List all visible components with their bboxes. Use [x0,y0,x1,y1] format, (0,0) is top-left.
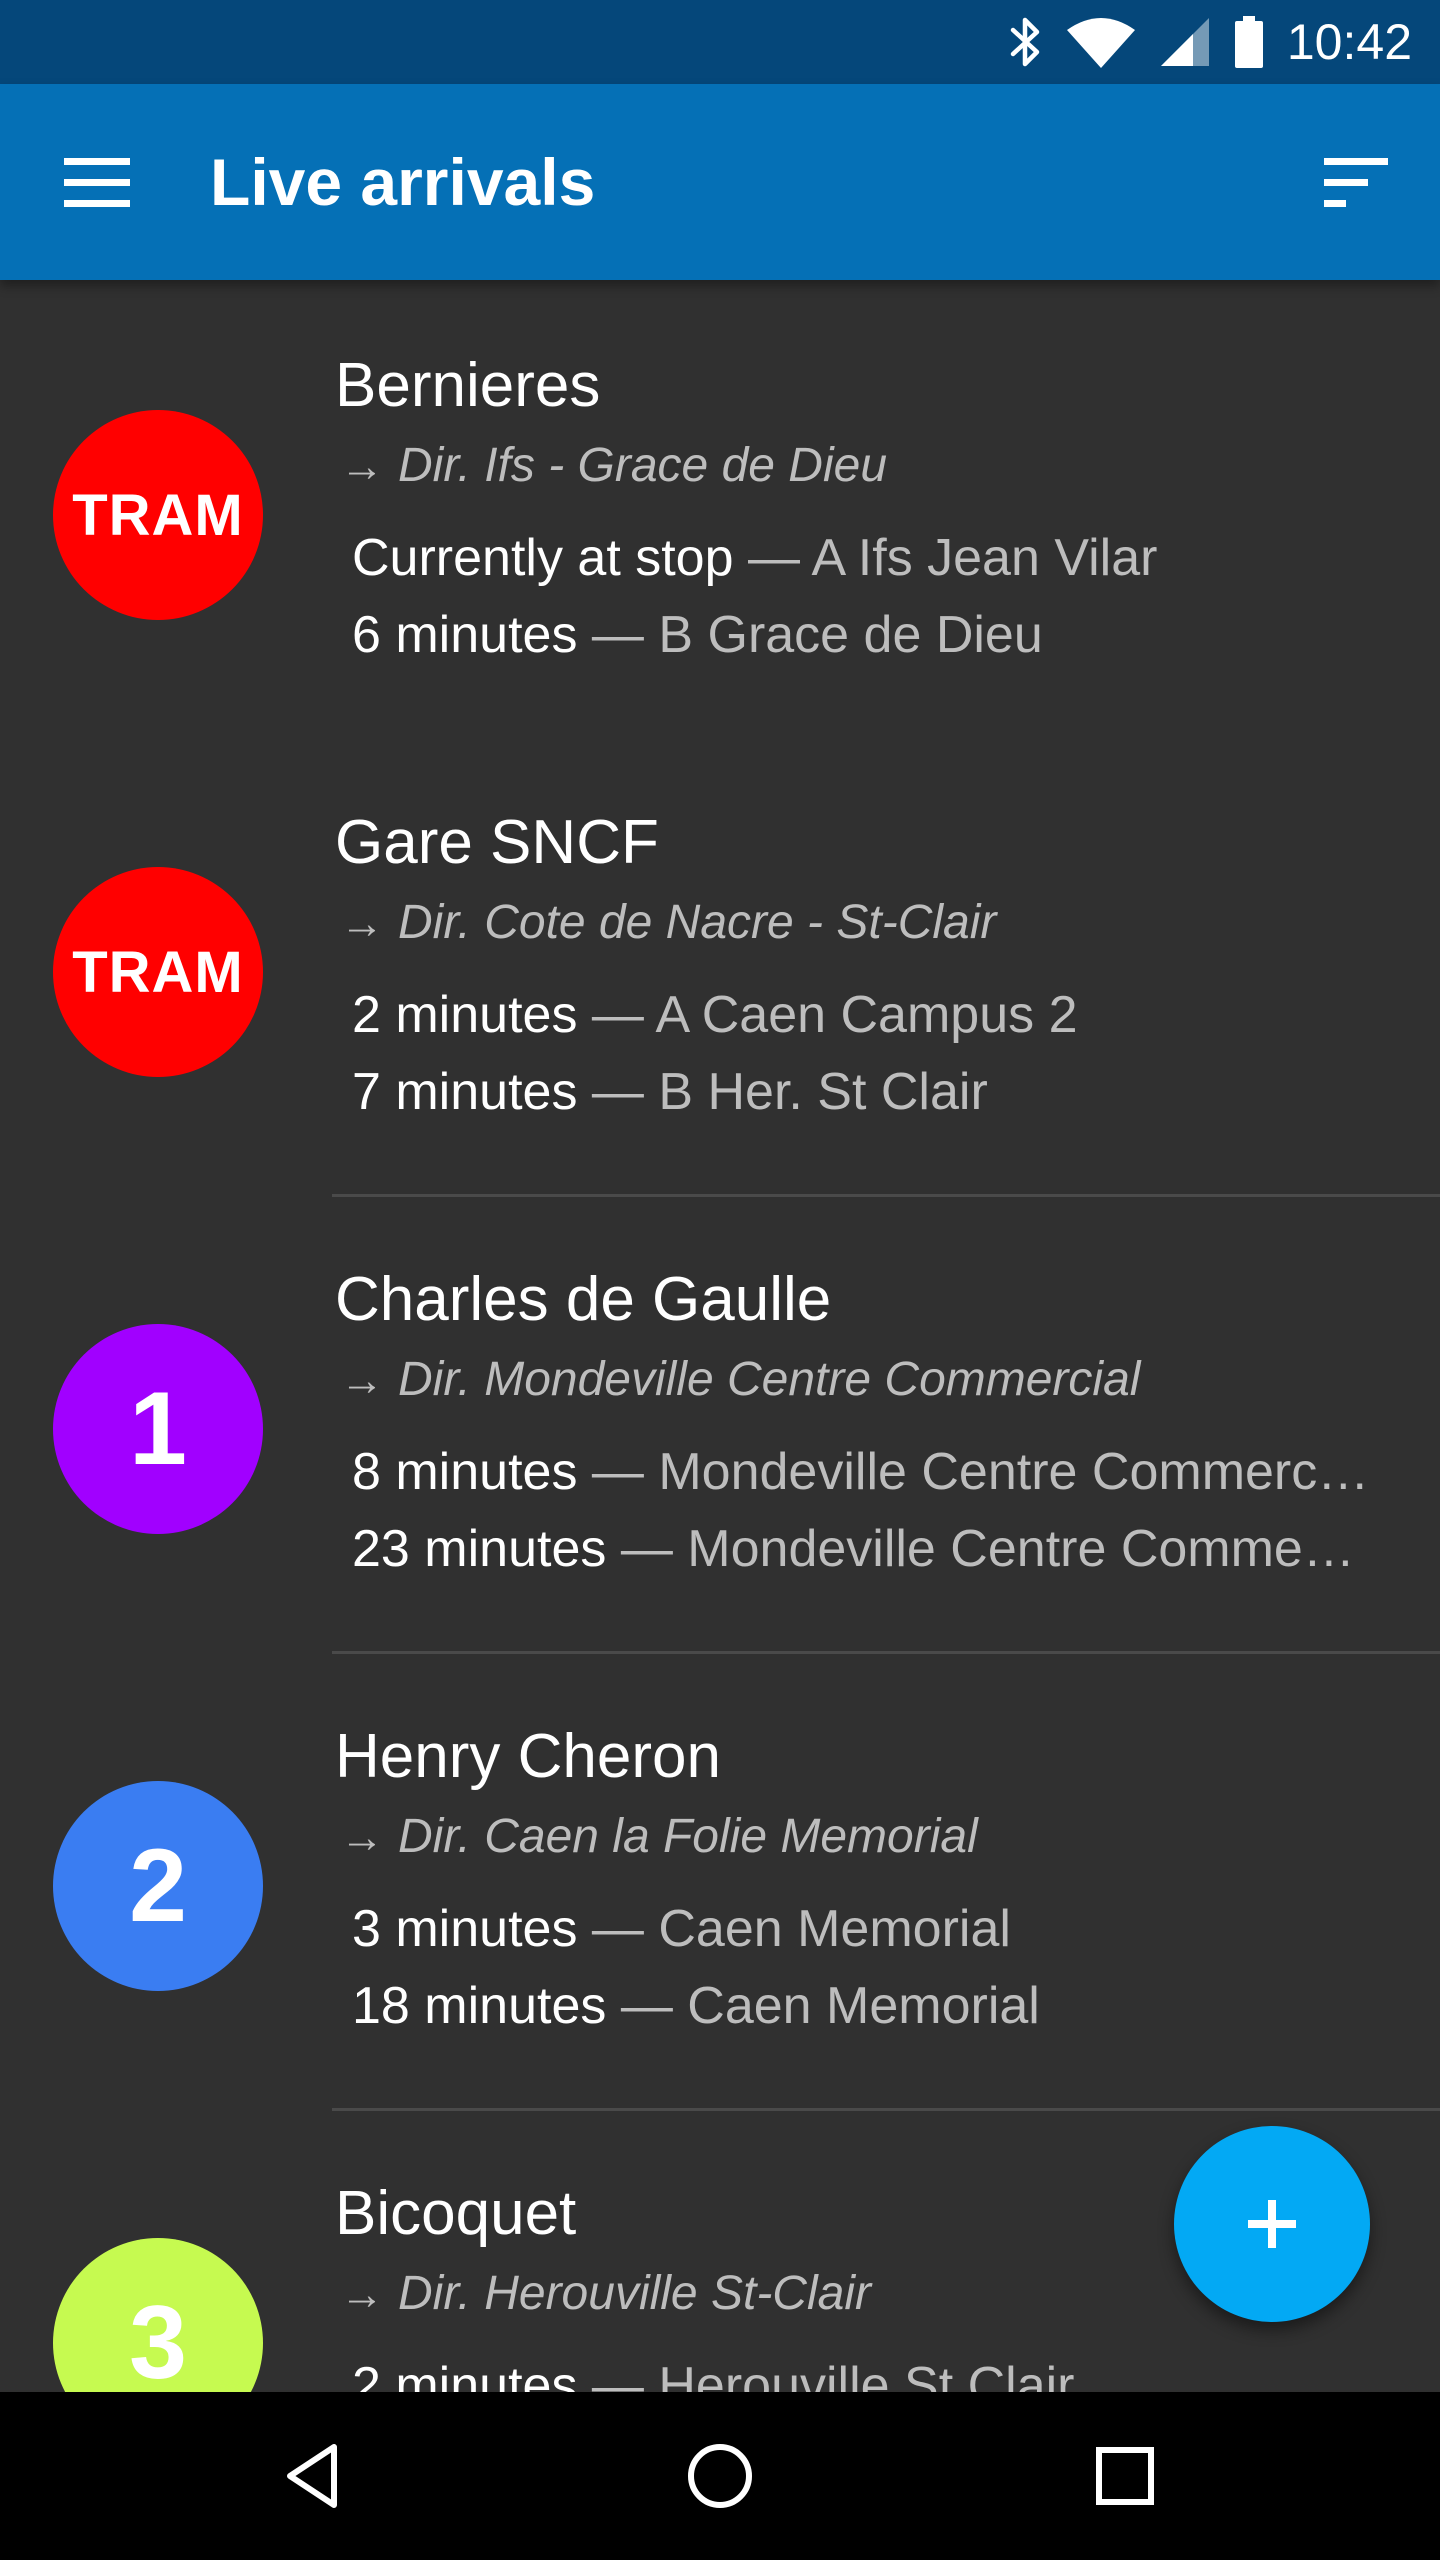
separator: — [591,606,644,664]
recents-button[interactable] [1075,2426,1175,2526]
arrival-time: 2 minutes [352,2357,578,2392]
direction-arrow-icon: → [340,2270,384,2319]
home-icon [688,2444,752,2508]
arrival-time: 7 minutes [352,1063,578,1121]
line-badge: TRAM [53,867,263,1077]
line-badge: 1 [53,1324,263,1534]
plus-icon [1248,2200,1296,2248]
arrival-row: 2 minutes — A Caen Campus 2 [352,985,1402,1045]
direction-arrow-icon: → [340,1813,384,1862]
arrival-time: 2 minutes [352,986,578,1044]
line-badge: 3 [53,2238,263,2392]
list-item[interactable]: 2 Henry Cheron → Dir. Caen la Folie Memor… [0,1651,1440,2108]
status-time: 10:42 [1286,14,1412,70]
list-item[interactable]: 1 Charles de Gaulle → Dir. Mondeville Cen… [0,1194,1440,1651]
arrival-destination: A Caen Campus 2 [655,986,1078,1044]
separator: — [747,529,800,587]
arrival-destination: B Her. St Clair [658,1063,988,1121]
direction-text: Dir. Ifs - Grace de Dieu [398,439,888,492]
arrival-destination: Caen Memorial [687,1977,1040,2035]
direction-arrow-icon: → [340,899,384,948]
separator: — [591,986,644,1044]
stop-name: Gare SNCF [335,808,659,877]
separator: — [620,1520,673,1578]
menu-button[interactable] [48,142,148,222]
direction-label: → Dir. Mondeville Centre Commercial [340,1352,1140,1407]
system-nav-bar [0,2392,1440,2560]
line-badge: TRAM [53,410,263,620]
recents-icon [1096,2447,1154,2505]
direction-text: Dir. Cote de Nacre - St-Clair [398,896,997,949]
arrival-destination: Caen Memorial [658,1900,1011,1958]
bluetooth-icon [1010,17,1040,67]
list-item[interactable]: TRAM Bernieres → Dir. Ifs - Grace de Dieu… [0,280,1440,737]
arrival-time: 23 minutes [352,1520,607,1578]
direction-text: Dir. Mondeville Centre Commercial [398,1353,1141,1406]
app-bar: Live arrivals [0,84,1440,280]
app-screen: 10:42 Live arrivals TRAM Bernieres → Dir.… [0,0,1440,2560]
status-bar: 10:42 [0,0,1440,84]
direction-arrow-icon: → [340,442,384,491]
sort-icon [1324,158,1388,207]
divider [332,2108,1440,2111]
list-item[interactable]: TRAM Gare SNCF → Dir. Cote de Nacre - St-… [0,737,1440,1194]
cell-signal-icon [1160,18,1209,66]
separator: — [591,2357,644,2392]
wifi-icon [1066,18,1135,68]
divider [332,1194,1440,1197]
arrival-row: 6 minutes — B Grace de Dieu [352,605,1402,665]
stop-name: Bernieres [335,351,601,420]
stop-name: Charles de Gaulle [335,1265,832,1334]
arrival-row: 23 minutes — Mondeville Centre Comme… [352,1519,1402,1579]
status-icons: 10:42 [1007,0,1412,84]
divider [332,1651,1440,1654]
stop-name: Bicoquet [335,2179,577,2248]
arrival-row: 18 minutes — Caen Memorial [352,1976,1402,2036]
back-button[interactable] [265,2426,365,2526]
separator: — [591,1443,644,1501]
arrival-row: 8 minutes — Mondeville Centre Commerc… [352,1442,1402,1502]
arrival-destination: Mondeville Centre Commerc… [658,1443,1370,1501]
separator: — [620,1977,673,2035]
direction-arrow-icon: → [340,1356,384,1405]
arrival-time: 3 minutes [352,1900,578,1958]
arrival-row: 2 minutes — Herouville St Clair [352,2356,1402,2392]
stop-name: Henry Cheron [335,1722,721,1791]
separator: — [591,1900,644,1958]
arrival-destination: A Ifs Jean Vilar [811,529,1158,587]
direction-label: → Dir. Cote de Nacre - St-Clair [340,895,996,950]
arrival-destination: Mondeville Centre Comme… [687,1520,1355,1578]
arrivals-list: TRAM Bernieres → Dir. Ifs - Grace de Dieu… [0,280,1440,2392]
arrival-row: Currently at stop — A Ifs Jean Vilar [352,528,1402,588]
arrival-destination: B Grace de Dieu [658,606,1043,664]
arrival-row: 7 minutes — B Her. St Clair [352,1062,1402,1122]
direction-text: Dir. Herouville St-Clair [398,2267,871,2320]
direction-label: → Dir. Herouville St-Clair [340,2266,871,2321]
separator: — [591,1063,644,1121]
page-title: Live arrivals [210,145,596,219]
battery-icon [1234,16,1263,68]
direction-label: → Dir. Caen la Folie Memorial [340,1809,978,1864]
direction-text: Dir. Caen la Folie Memorial [398,1810,978,1863]
arrival-row: 3 minutes — Caen Memorial [352,1899,1402,1959]
add-stop-button[interactable] [1174,2126,1370,2322]
menu-icon [64,158,130,207]
sort-button[interactable] [1310,142,1400,222]
direction-label: → Dir. Ifs - Grace de Dieu [340,438,887,493]
line-badge: 2 [53,1781,263,1991]
arrival-time: Currently at stop [352,529,734,587]
home-button[interactable] [670,2426,770,2526]
arrival-time: 18 minutes [352,1977,607,2035]
back-icon [287,2444,337,2508]
arrival-destination: Herouville St Clair [658,2357,1075,2392]
arrival-time: 8 minutes [352,1443,578,1501]
arrival-time: 6 minutes [352,606,578,664]
